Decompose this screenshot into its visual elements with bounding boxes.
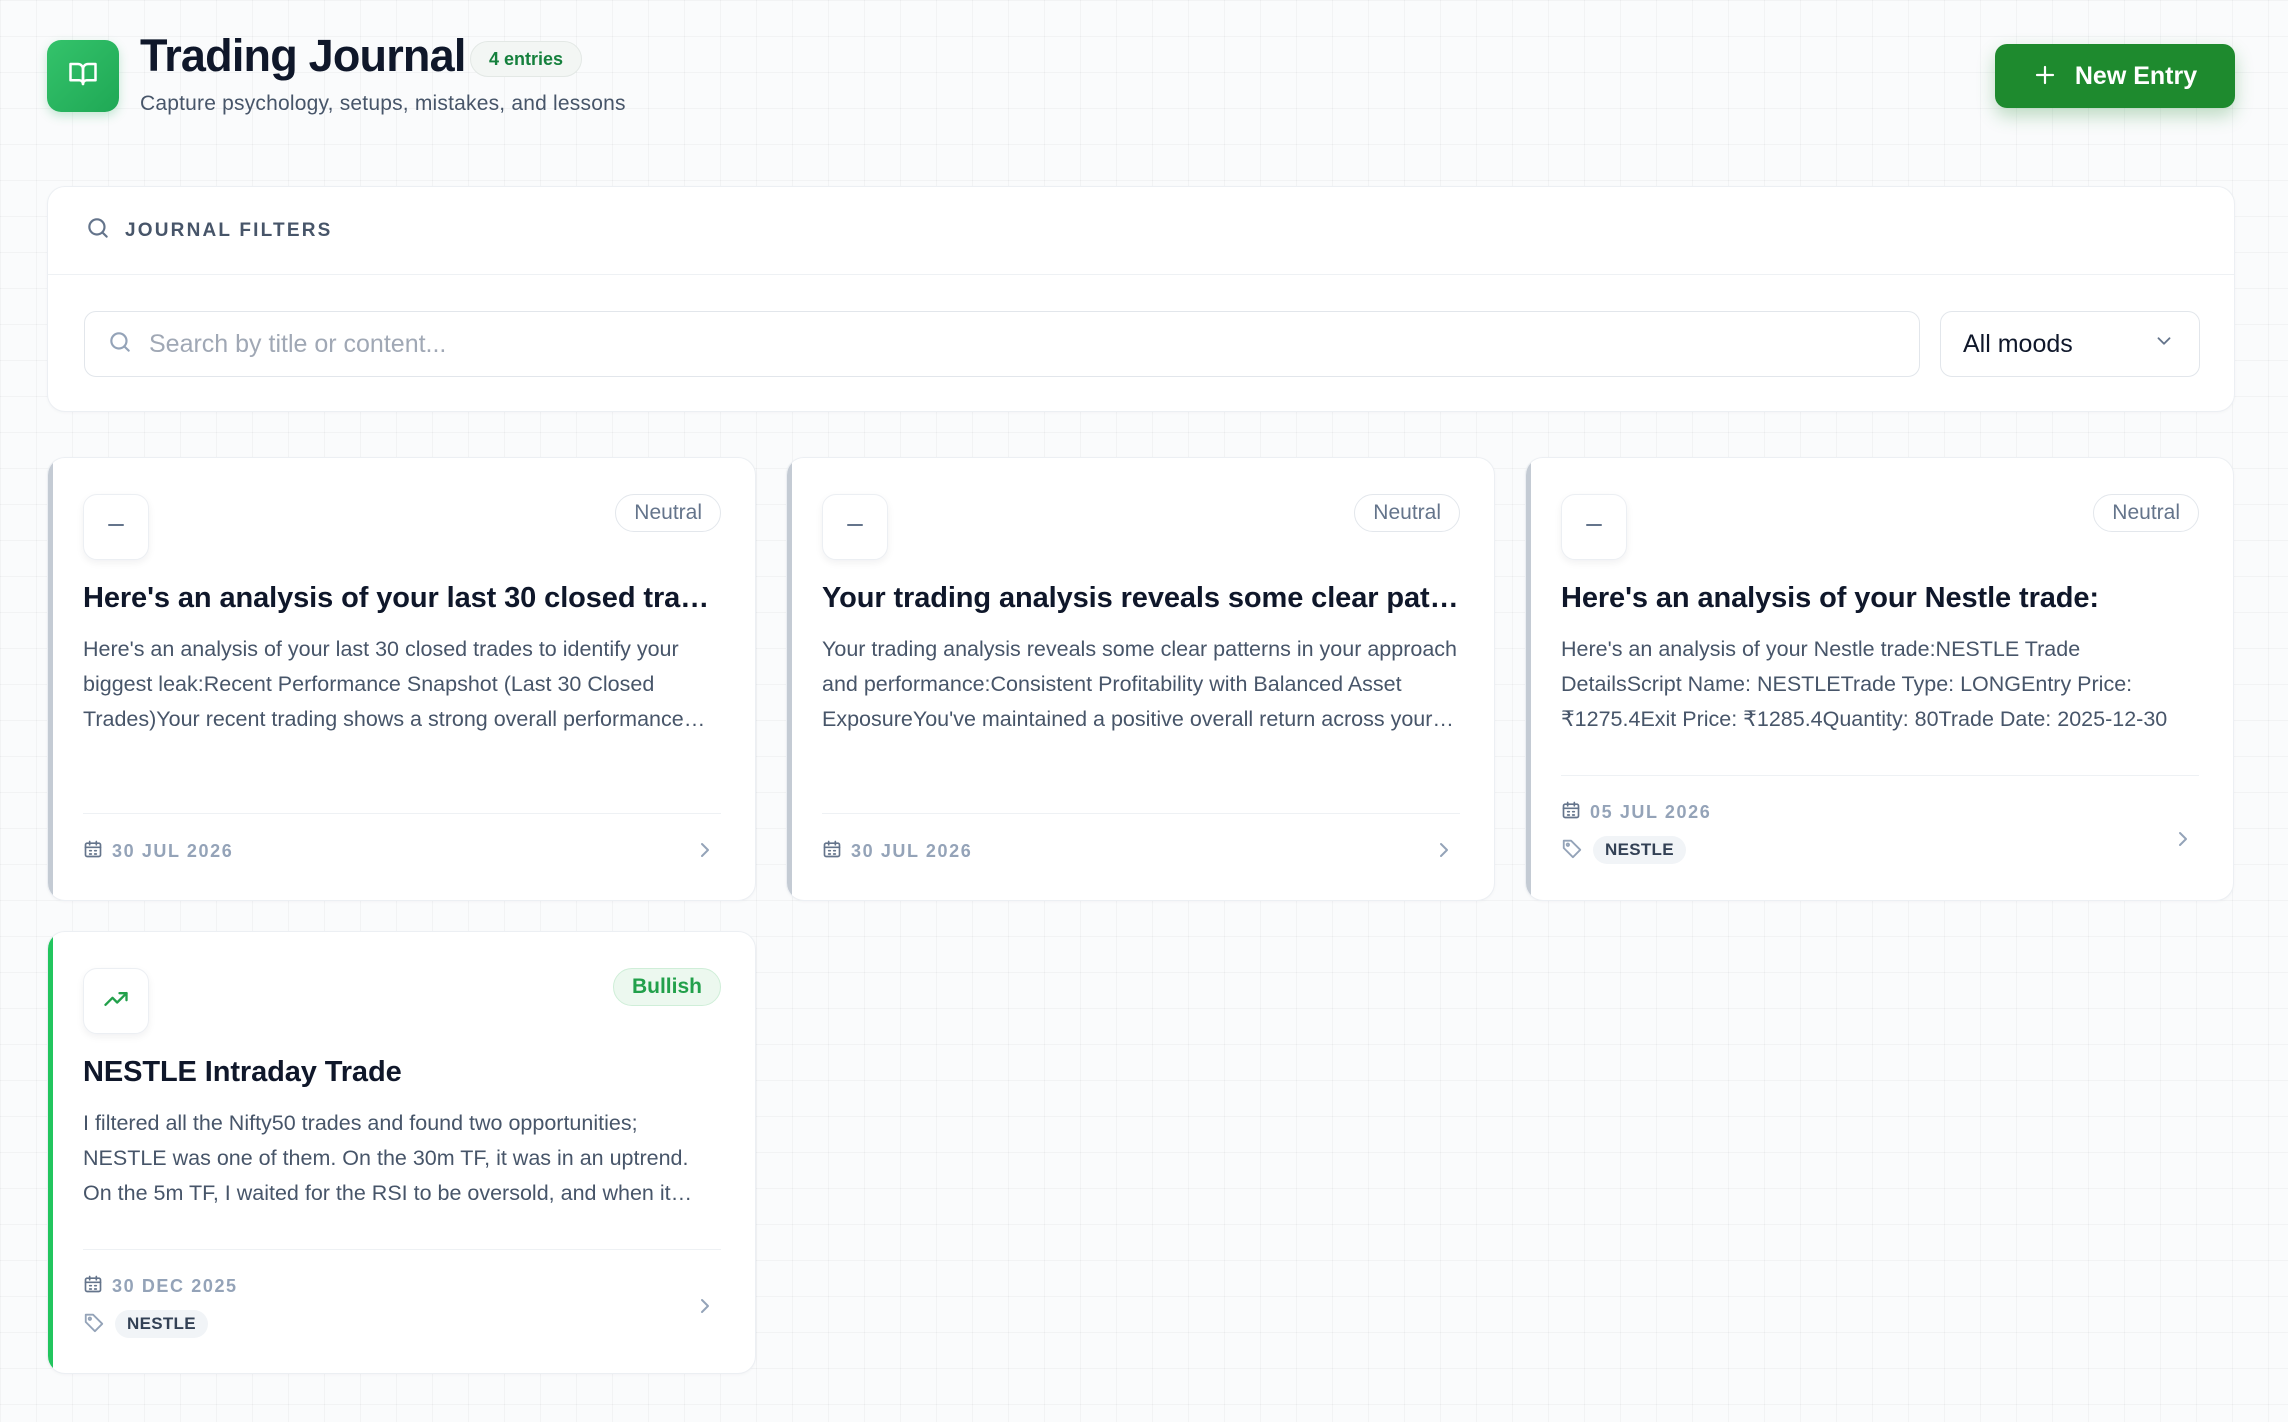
entry-tag[interactable]: NESTLE xyxy=(1593,836,1686,864)
new-entry-label: New Entry xyxy=(2074,61,2198,90)
entry-date-row: 30 JUL 2026 xyxy=(822,839,972,864)
mood-filter-select[interactable]: All moods xyxy=(1940,311,2200,377)
journal-entry-card[interactable]: Neutral Here's an analysis of your Nestl… xyxy=(1525,457,2234,901)
entry-title: Here's an analysis of your Nestle trade: xyxy=(1561,582,2099,614)
entry-date-row: 30 DEC 2025 xyxy=(83,1274,238,1299)
entry-date: 05 JUL 2026 xyxy=(1590,802,1712,822)
mood-icon-box xyxy=(1561,494,1627,560)
calendar-icon xyxy=(83,1274,103,1299)
entry-date-row: 05 JUL 2026 xyxy=(1561,800,1711,825)
entry-tags: NESTLE xyxy=(83,1310,208,1338)
search-icon xyxy=(107,329,133,360)
calendar-icon xyxy=(822,839,842,864)
mood-filter-value: All moods xyxy=(1963,329,2073,358)
entry-footer: 30 DEC 2025 NESTLE xyxy=(83,1249,721,1373)
filters-header: JOURNAL FILTERS xyxy=(48,187,2234,275)
search-icon xyxy=(85,215,111,246)
entry-date: 30 DEC 2025 xyxy=(112,1276,238,1296)
chevron-right-icon[interactable] xyxy=(693,1294,717,1323)
book-open-icon xyxy=(68,59,98,94)
entry-date: 30 JUL 2026 xyxy=(851,841,973,861)
entry-count-badge: 4 entries xyxy=(470,41,583,77)
entry-title: NESTLE Intraday Trade xyxy=(83,1056,402,1088)
chevron-right-icon[interactable] xyxy=(693,838,717,867)
plus-icon xyxy=(2033,60,2057,92)
entry-excerpt: Here's an analysis of your Nestle trade:… xyxy=(1561,637,2168,731)
trending-up-icon xyxy=(102,985,130,1018)
filters-title: JOURNAL FILTERS xyxy=(125,219,333,241)
journal-entry-card[interactable]: Neutral Your trading analysis reveals so… xyxy=(786,457,1495,901)
minus-icon xyxy=(843,513,867,542)
journal-filters-panel: JOURNAL FILTERS All moods xyxy=(47,186,2235,412)
mood-badge: Neutral xyxy=(615,494,721,532)
entry-tag[interactable]: NESTLE xyxy=(115,1310,208,1338)
mood-icon-box xyxy=(822,494,888,560)
mood-badge: Neutral xyxy=(1354,494,1460,532)
entry-footer: 05 JUL 2026 NESTLE xyxy=(1561,775,2199,900)
search-input[interactable] xyxy=(149,329,1849,359)
entry-tags: NESTLE xyxy=(1561,836,1686,864)
entry-excerpt: I filtered all the Nifty50 trades and fo… xyxy=(83,1111,689,1205)
entry-date: 30 JUL 2026 xyxy=(112,841,234,861)
minus-icon xyxy=(104,513,128,542)
new-entry-button[interactable]: New Entry xyxy=(1995,44,2235,108)
tag-icon xyxy=(1561,837,1583,864)
mood-badge: Bullish xyxy=(612,968,721,1006)
page-title: Trading Journal xyxy=(140,30,466,81)
tag-icon xyxy=(83,1311,105,1338)
journal-entry-card[interactable]: Bullish NESTLE Intraday Trade I filtered… xyxy=(47,931,756,1374)
minus-icon xyxy=(1582,513,1606,542)
entry-footer: 30 JUL 2026 xyxy=(83,813,721,900)
journal-entry-card[interactable]: Neutral Here's an analysis of your last … xyxy=(47,457,756,901)
mood-badge: Neutral xyxy=(2093,494,2199,532)
entry-date-row: 30 JUL 2026 xyxy=(83,839,233,864)
app-logo xyxy=(47,40,119,112)
chevron-right-icon[interactable] xyxy=(1432,838,1456,867)
mood-icon-box xyxy=(83,968,149,1034)
chevron-right-icon[interactable] xyxy=(2171,827,2195,856)
calendar-icon xyxy=(83,839,103,864)
entry-excerpt: Here's an analysis of your last 30 close… xyxy=(83,637,684,731)
entry-footer: 30 JUL 2026 xyxy=(822,813,1460,900)
entry-excerpt: Your trading analysis reveals some clear… xyxy=(822,637,1457,731)
chevron-down-icon xyxy=(2153,330,2175,359)
search-field[interactable] xyxy=(84,311,1920,377)
entry-title: Your trading analysis reveals some clear… xyxy=(822,582,1462,614)
entry-title: Here's an analysis of your last 30 close… xyxy=(83,582,723,614)
page-subtitle: Capture psychology, setups, mistakes, an… xyxy=(140,92,626,115)
mood-icon-box xyxy=(83,494,149,560)
calendar-icon xyxy=(1561,800,1581,825)
